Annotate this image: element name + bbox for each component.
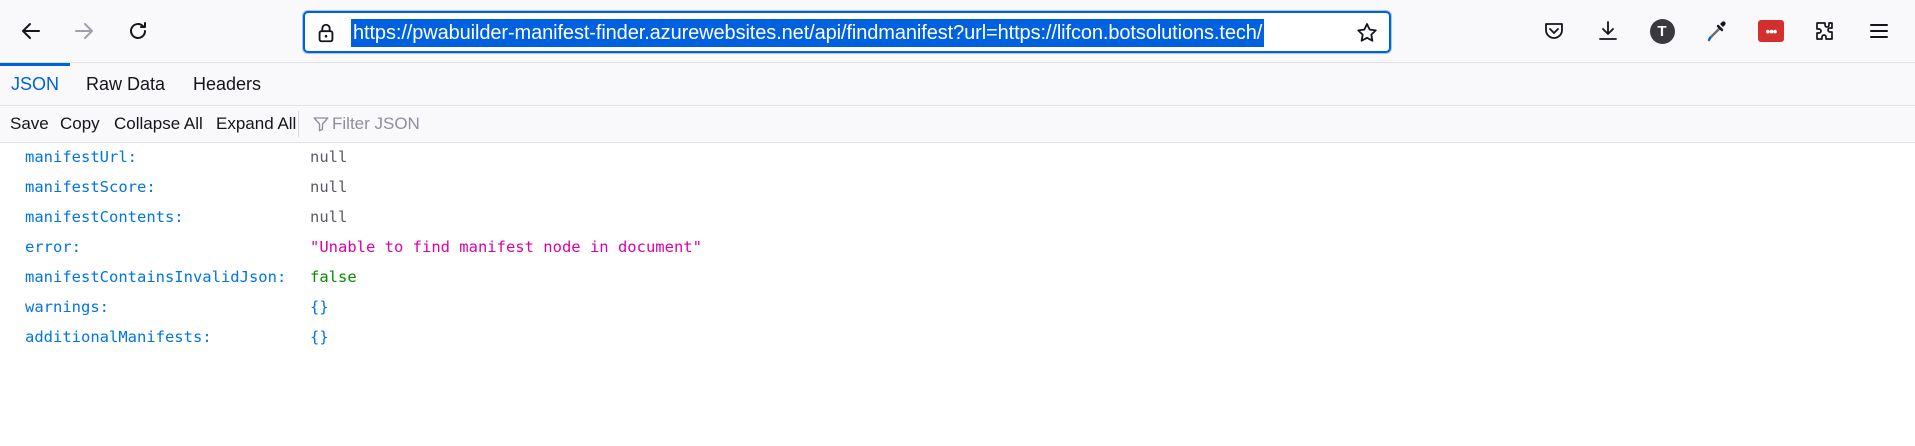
pocket-button[interactable] bbox=[1537, 14, 1571, 48]
json-key: warnings: bbox=[25, 298, 109, 316]
lock-icon[interactable] bbox=[313, 20, 339, 46]
extension-badge: ••• bbox=[1758, 20, 1784, 42]
json-row[interactable]: error: "Unable to find manifest node in … bbox=[0, 233, 1915, 263]
json-row[interactable]: manifestScore: null bbox=[0, 173, 1915, 203]
save-button[interactable]: Save bbox=[9, 106, 50, 142]
json-row[interactable]: additionalManifests: {} bbox=[0, 323, 1915, 353]
avatar: T bbox=[1649, 18, 1675, 44]
eyedropper-button[interactable] bbox=[1700, 14, 1734, 48]
hamburger-menu-icon bbox=[1870, 24, 1888, 38]
filter-json-input[interactable] bbox=[332, 109, 1892, 139]
toolbar-divider bbox=[298, 111, 299, 137]
tab-headers[interactable]: Headers bbox=[183, 63, 271, 106]
json-key: manifestContainsInvalidJson: bbox=[25, 268, 287, 286]
extension-button-red[interactable]: ••• bbox=[1754, 14, 1788, 48]
filter-icon bbox=[313, 117, 329, 132]
json-key: manifestContents: bbox=[25, 208, 184, 226]
account-button[interactable]: T bbox=[1645, 14, 1679, 48]
reload-icon bbox=[130, 22, 146, 39]
json-value: {} bbox=[310, 298, 329, 316]
forward-button[interactable] bbox=[66, 13, 102, 49]
viewer-tabs: JSON Raw Data Headers bbox=[0, 62, 1915, 106]
json-value: "Unable to find manifest node in documen… bbox=[310, 238, 702, 256]
json-key: error: bbox=[25, 238, 81, 256]
json-key: manifestUrl: bbox=[25, 148, 137, 166]
collapse-all-button[interactable]: Collapse All bbox=[113, 106, 204, 142]
bookmark-star-button[interactable] bbox=[1353, 19, 1381, 47]
star-icon bbox=[1357, 23, 1377, 42]
tab-raw-data[interactable]: Raw Data bbox=[76, 63, 175, 106]
json-value: null bbox=[310, 178, 348, 196]
tab-json[interactable]: JSON bbox=[1, 63, 69, 106]
eyedropper-icon bbox=[1707, 21, 1726, 42]
downloads-button[interactable] bbox=[1591, 14, 1625, 48]
json-value: false bbox=[310, 268, 357, 286]
json-value: null bbox=[310, 208, 348, 226]
json-row[interactable]: warnings: {} bbox=[0, 293, 1915, 323]
app-menu-button[interactable] bbox=[1862, 14, 1896, 48]
url-bar[interactable]: https://pwabuilder-manifest-finder.azure… bbox=[303, 11, 1391, 53]
reload-button[interactable] bbox=[120, 13, 156, 49]
json-key: manifestScore: bbox=[25, 178, 156, 196]
arrow-left-icon bbox=[22, 23, 40, 39]
back-button[interactable] bbox=[13, 13, 49, 49]
json-row[interactable]: manifestContainsInvalidJson: false bbox=[0, 263, 1915, 293]
json-value: null bbox=[310, 148, 348, 166]
arrow-right-icon bbox=[75, 23, 93, 39]
json-row[interactable]: manifestContents: null bbox=[0, 203, 1915, 233]
pocket-icon bbox=[1545, 23, 1563, 39]
json-row[interactable]: manifestUrl: null bbox=[0, 143, 1915, 173]
json-value: {} bbox=[310, 328, 329, 346]
download-icon bbox=[1599, 21, 1617, 40]
json-key: additionalManifests: bbox=[25, 328, 212, 346]
expand-all-button[interactable]: Expand All bbox=[215, 106, 297, 142]
copy-button[interactable]: Copy bbox=[59, 106, 101, 142]
puzzle-icon bbox=[1816, 22, 1833, 40]
url-text[interactable]: https://pwabuilder-manifest-finder.azure… bbox=[351, 19, 1265, 47]
browser-toolbar: https://pwabuilder-manifest-finder.azure… bbox=[0, 0, 1915, 62]
json-toolbar: Save Copy Collapse All Expand All bbox=[0, 106, 1915, 143]
extensions-button[interactable] bbox=[1808, 14, 1842, 48]
